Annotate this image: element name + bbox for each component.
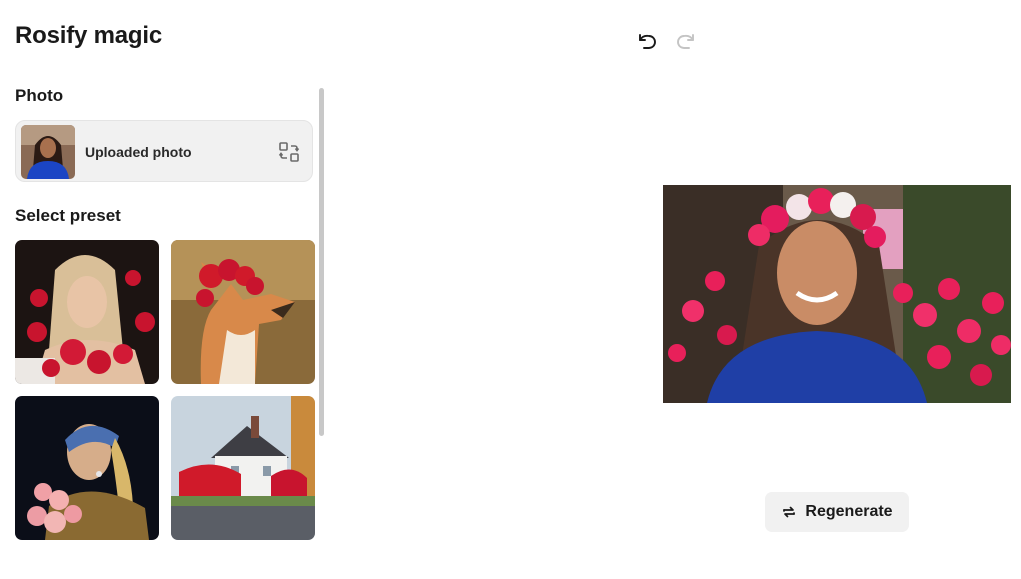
replace-photo-icon[interactable] — [278, 141, 300, 163]
preset-woman-roses[interactable] — [15, 240, 159, 384]
uploaded-photo-card[interactable]: Uploaded photo — [15, 120, 313, 182]
redo-button[interactable] — [675, 30, 697, 52]
app-title: Rosify magic — [15, 22, 162, 49]
preset-section-label: Select preset — [15, 206, 121, 225]
photo-section-label: Photo — [15, 86, 64, 105]
regenerate-button[interactable]: Regenerate — [765, 492, 909, 532]
regenerate-label: Regenerate — [805, 503, 893, 520]
preset-pearl-earring-roses[interactable] — [15, 396, 159, 540]
preset-house-roses[interactable] — [171, 396, 315, 540]
redo-icon — [677, 34, 694, 49]
uploaded-photo-thumbnail — [21, 125, 75, 179]
generated-result-image — [663, 185, 1011, 403]
uploaded-photo-label: Uploaded photo — [85, 144, 192, 160]
undo-icon — [639, 34, 656, 49]
left-panel: Rosify magic Photo Uploaded photo Select… — [0, 0, 330, 579]
repeat-icon — [783, 506, 796, 518]
undo-button[interactable] — [636, 30, 658, 52]
preset-dog-roses[interactable] — [171, 240, 315, 384]
preset-scrollbar[interactable] — [319, 88, 324, 436]
